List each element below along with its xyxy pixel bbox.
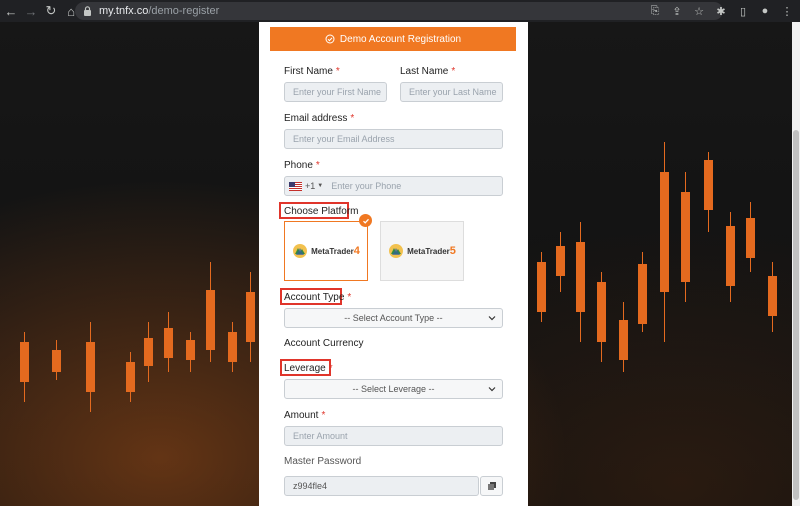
account-type-label: Account Type * xyxy=(284,292,352,303)
master-password-label: Master Password xyxy=(284,456,362,467)
amount-label: Amount * xyxy=(284,410,326,421)
bookmark-star-icon[interactable]: ☆ xyxy=(690,2,708,20)
registration-form: Demo Account Registration First Name * En… xyxy=(259,22,528,506)
menu-icon[interactable]: ⋮ xyxy=(778,2,796,20)
leverage-select[interactable]: -- Select Leverage -- xyxy=(284,379,503,399)
phone-input[interactable]: +1 ▼ Enter your Phone xyxy=(284,176,503,196)
last-name-label: Last Name * xyxy=(400,66,456,77)
copy-icon xyxy=(487,482,496,490)
amount-input[interactable]: Enter Amount xyxy=(284,426,503,446)
first-name-label: First Name * xyxy=(284,66,340,77)
platform-option-mt4[interactable]: MetaTrader 4 xyxy=(284,221,368,281)
account-currency-label: Account Currency xyxy=(284,338,364,349)
form-title: Demo Account Registration xyxy=(339,33,462,45)
selected-check-icon xyxy=(359,214,372,227)
translate-icon[interactable]: ⎘ xyxy=(646,2,664,20)
url-text: my.tnfx.co/demo-register xyxy=(99,5,220,17)
lock-icon xyxy=(83,6,93,16)
master-password-field[interactable]: z994fle4 xyxy=(284,476,479,496)
email-input[interactable]: Enter your Email Address xyxy=(284,129,503,149)
share-icon[interactable]: ⇪ xyxy=(668,2,686,20)
platform-option-mt5[interactable]: MetaTrader 5 xyxy=(380,221,464,281)
metatrader-logo-icon xyxy=(293,244,308,258)
phone-placeholder: Enter your Phone xyxy=(331,181,402,191)
profile-icon[interactable]: ● xyxy=(756,2,774,20)
country-code-selector[interactable]: +1 ▼ xyxy=(289,181,323,191)
chevron-down-icon xyxy=(488,387,496,392)
last-name-input[interactable]: Enter your Last Name xyxy=(400,82,503,102)
back-icon[interactable]: ← xyxy=(2,2,20,20)
forward-icon[interactable]: → xyxy=(22,2,40,20)
metatrader-logo-icon xyxy=(389,244,404,258)
address-bar[interactable]: my.tnfx.co/demo-register xyxy=(75,2,723,20)
account-type-select[interactable]: -- Select Account Type -- xyxy=(284,308,503,328)
chevron-down-icon: ▼ xyxy=(317,183,324,189)
side-panel-icon[interactable]: ▯ xyxy=(734,2,752,20)
copy-password-button[interactable] xyxy=(480,476,503,496)
reload-icon[interactable]: ↻ xyxy=(42,2,60,20)
leverage-label: Leverage * xyxy=(284,363,333,374)
email-label: Email address * xyxy=(284,113,355,124)
page-scrollbar-thumb[interactable] xyxy=(793,130,799,500)
us-flag-icon xyxy=(289,181,302,191)
platform-label: Choose Platform xyxy=(284,206,359,217)
phone-label: Phone * xyxy=(284,160,320,171)
extensions-icon[interactable]: ✱ xyxy=(712,2,730,20)
check-circle-icon xyxy=(325,34,335,44)
browser-toolbar: ← → ↻ ⌂ my.tnfx.co/demo-register ⎘ ⇪ ☆ ✱… xyxy=(0,0,800,22)
first-name-input[interactable]: Enter your First Name xyxy=(284,82,387,102)
chevron-down-icon xyxy=(488,316,496,321)
form-title-bar: Demo Account Registration xyxy=(270,27,516,51)
